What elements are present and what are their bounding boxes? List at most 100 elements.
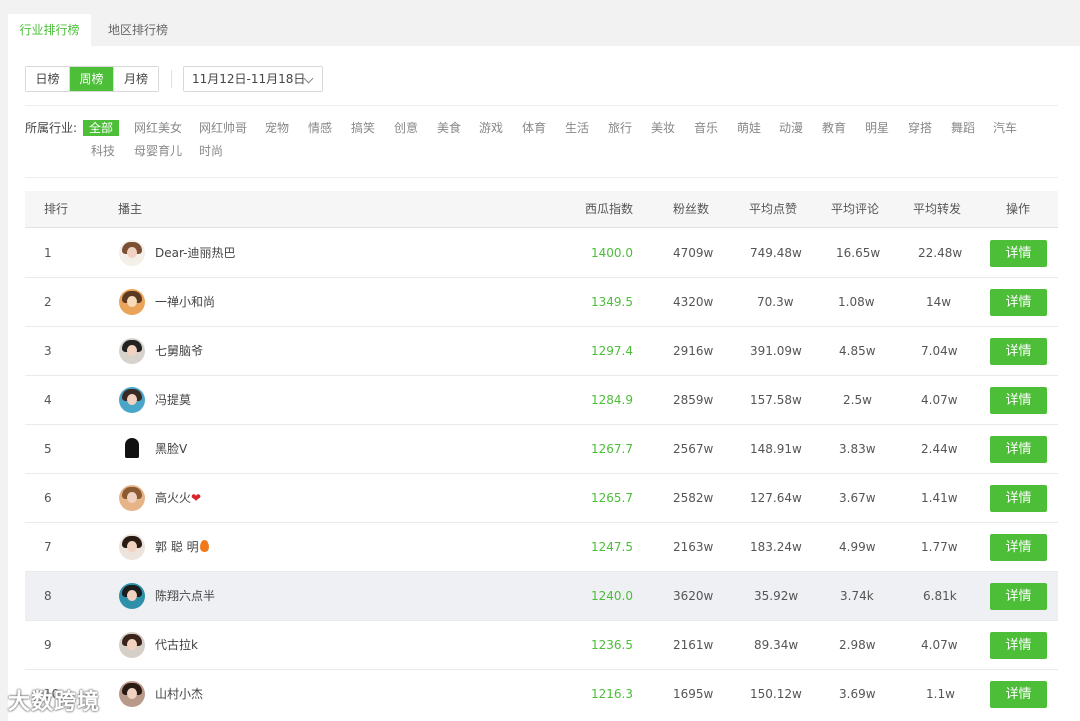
comments-cell: 2.5w <box>843 393 872 407</box>
column-header-fans[interactable]: 粉丝数 <box>673 191 709 228</box>
avatar[interactable] <box>119 681 145 707</box>
tab-region-ranking[interactable]: 地区排行榜 <box>96 14 180 46</box>
detail-button[interactable]: 详情 <box>990 338 1047 365</box>
avatar[interactable] <box>119 240 145 266</box>
industry-filter-item[interactable]: 汽车 <box>993 120 1017 136</box>
industry-filter-item[interactable]: 创意 <box>394 120 418 136</box>
avatar[interactable] <box>119 289 145 315</box>
table-header: 排行 播主 西瓜指数 粉丝数 平均点赞 平均评论 平均转发 操作 <box>25 191 1058 228</box>
detail-button[interactable]: 详情 <box>990 681 1047 708</box>
creator-name[interactable]: 冯提莫 <box>155 376 191 425</box>
period-month-button[interactable]: 月榜 <box>114 67 158 91</box>
creator-name[interactable]: Dear-迪丽热巴 <box>155 229 235 278</box>
industry-filter-item[interactable]: 搞笑 <box>351 120 375 136</box>
detail-button[interactable]: 详情 <box>990 289 1047 316</box>
detail-button[interactable]: 详情 <box>990 485 1047 512</box>
creator-name[interactable]: 山村小杰 <box>155 670 203 719</box>
avatar[interactable] <box>119 338 145 364</box>
likes-cell: 70.3w <box>757 295 794 309</box>
rank-cell: 1 <box>44 246 52 260</box>
column-header-avg-comments[interactable]: 平均评论 <box>831 191 879 228</box>
column-header-score[interactable]: 西瓜指数 <box>585 191 633 228</box>
avatar[interactable] <box>119 387 145 413</box>
avatar[interactable] <box>119 485 145 511</box>
avatar[interactable] <box>119 436 145 462</box>
comments-cell: 3.67w <box>839 491 876 505</box>
avatar[interactable] <box>119 632 145 658</box>
column-header-rank: 排行 <box>44 202 69 216</box>
rank-cell: 7 <box>44 540 52 554</box>
industry-filter-item[interactable]: 情感 <box>308 120 332 136</box>
industry-filter-item[interactable]: 萌娃 <box>737 120 761 136</box>
comments-cell: 3.83w <box>839 442 876 456</box>
industry-filter-item[interactable]: 美妆 <box>651 120 675 136</box>
creator-name[interactable]: 黑脸V <box>155 425 187 474</box>
creator-name[interactable]: 陈翔六点半 <box>155 572 215 621</box>
avatar[interactable] <box>119 534 145 560</box>
table-row: 8 陈翔六点半 1240.0 3620w 35.92w 3.74k 6.81k … <box>25 572 1058 621</box>
fans-cell: 2859w <box>673 393 714 407</box>
date-range-select[interactable]: 11月12日-11月18日 <box>183 66 323 92</box>
industry-filter-item[interactable]: 穿搭 <box>908 120 932 136</box>
table-row: 4 冯提莫 1284.9 2859w 157.58w 2.5w 4.07w 详情 <box>25 376 1058 425</box>
likes-cell: 749.48w <box>750 246 802 260</box>
column-header-avg-likes[interactable]: 平均点赞 <box>749 191 797 228</box>
industry-filter-item[interactable]: 音乐 <box>694 120 718 136</box>
detail-button[interactable]: 详情 <box>990 240 1047 267</box>
industry-filter-item[interactable]: 生活 <box>565 120 589 136</box>
table-row: 9 代古拉k 1236.5 2161w 89.34w 2.98w 4.07w 详… <box>25 621 1058 670</box>
score-cell: 1247.5 <box>591 540 633 554</box>
creator-name[interactable]: 一禅小和尚 <box>155 278 215 327</box>
creator-name[interactable]: 七舅脑爷 <box>155 327 203 376</box>
detail-button[interactable]: 详情 <box>990 583 1047 610</box>
detail-button[interactable]: 详情 <box>990 632 1047 659</box>
score-cell: 1265.7 <box>591 491 633 505</box>
industry-filter-item[interactable]: 舞蹈 <box>951 120 975 136</box>
table-row: 10 山村小杰 1216.3 1695w 150.12w 3.69w 1.1w … <box>25 670 1058 719</box>
industry-filter-item[interactable]: 教育 <box>822 120 846 136</box>
score-cell: 1216.3 <box>591 687 633 701</box>
column-header-action: 操作 <box>1006 202 1031 216</box>
industry-filter-item[interactable]: 游戏 <box>479 120 503 136</box>
divider <box>25 177 1058 178</box>
creator-name[interactable]: 高火火❤ <box>155 474 201 523</box>
industry-filter-all[interactable]: 全部 <box>83 120 120 136</box>
detail-button[interactable]: 详情 <box>990 534 1047 561</box>
industry-filter-item[interactable]: 宠物 <box>265 120 289 136</box>
score-cell: 1236.5 <box>591 638 633 652</box>
industry-filter-item[interactable]: 美食 <box>437 120 461 136</box>
fans-cell: 1695w <box>673 687 714 701</box>
comments-cell: 4.85w <box>839 344 876 358</box>
industry-filter-item[interactable]: 网红美女 <box>134 120 182 136</box>
column-header-creator: 播主 <box>118 202 143 216</box>
avatar[interactable] <box>119 583 145 609</box>
period-day-button[interactable]: 日榜 <box>26 67 70 91</box>
industry-filter-item[interactable]: 动漫 <box>779 120 803 136</box>
detail-button[interactable]: 详情 <box>990 387 1047 414</box>
divider <box>171 70 172 88</box>
top-tabbar: 行业排行榜 地区排行榜 <box>0 0 1080 46</box>
period-week-button[interactable]: 周榜 <box>70 67 114 91</box>
likes-cell: 127.64w <box>750 491 802 505</box>
comments-cell: 2.98w <box>839 638 876 652</box>
rank-cell: 8 <box>44 589 52 603</box>
likes-cell: 148.91w <box>750 442 802 456</box>
industry-filter-item[interactable]: 科技 <box>91 143 115 159</box>
creator-name[interactable]: 郭 聪 明 <box>155 523 209 572</box>
shares-cell: 1.1w <box>926 687 955 701</box>
column-header-avg-shares[interactable]: 平均转发 <box>913 191 961 228</box>
industry-filter-item[interactable]: 网红帅哥 <box>199 120 247 136</box>
tab-industry-ranking[interactable]: 行业排行榜 <box>8 14 91 46</box>
comments-cell: 16.65w <box>836 246 881 260</box>
rank-cell: 3 <box>44 344 52 358</box>
score-cell: 1297.4 <box>591 344 633 358</box>
industry-filter-item[interactable]: 时尚 <box>199 143 223 159</box>
score-cell: 1349.5 <box>591 295 633 309</box>
industry-filter-item[interactable]: 母婴育儿 <box>134 143 182 159</box>
industry-filter-item[interactable]: 旅行 <box>608 120 632 136</box>
industry-filter-item[interactable]: 明星 <box>865 120 889 136</box>
detail-button[interactable]: 详情 <box>990 436 1047 463</box>
creator-name[interactable]: 代古拉k <box>155 621 198 670</box>
rank-cell: 4 <box>44 393 52 407</box>
industry-filter-item[interactable]: 体育 <box>522 120 546 136</box>
